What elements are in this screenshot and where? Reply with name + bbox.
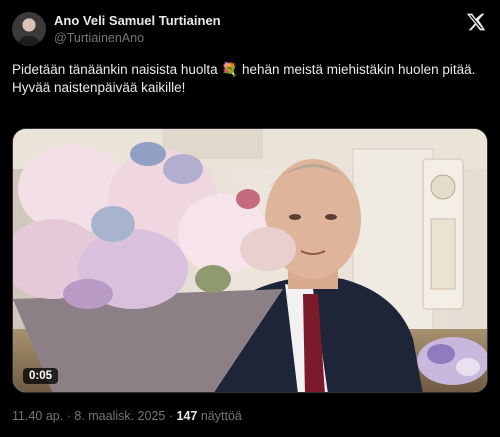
video-timecode: 0:05 (23, 368, 59, 384)
video-player[interactable]: 0:05 (12, 128, 488, 393)
views-count: 147 (176, 409, 198, 423)
tweet-text: Pidetään tänäänkin naisista huolta 💐 heh… (12, 61, 488, 97)
tweet-meta: 11.40 ap. · 8. maalisk. 2025 · 147 näytt… (12, 409, 242, 423)
author-handle[interactable]: @TurtiainenAno (54, 31, 144, 45)
meta-separator: · (66, 409, 71, 423)
author-name-row: Ano Veli Samuel Turtiainen (54, 13, 221, 28)
tweet-text-line-2: Hyvää naistenpäivää kaikille! (12, 80, 186, 95)
tweet-text-line-1: Pidetään tänäänkin naisista huolta 💐 heh… (12, 62, 476, 77)
author-avatar[interactable] (12, 12, 46, 46)
views-label: näyttöä (200, 409, 242, 423)
meta-separator: · (168, 409, 174, 423)
tweet-time[interactable]: 11.40 ap. (12, 409, 63, 423)
tweet-date[interactable]: 8. maalisk. 2025 (74, 409, 165, 423)
author-display-name[interactable]: Ano Veli Samuel Turtiainen (54, 13, 221, 28)
tweet-card: Ano Veli Samuel Turtiainen @TurtiainenAn… (0, 0, 500, 437)
x-logo-icon[interactable] (466, 12, 486, 32)
video-frame (13, 129, 487, 392)
